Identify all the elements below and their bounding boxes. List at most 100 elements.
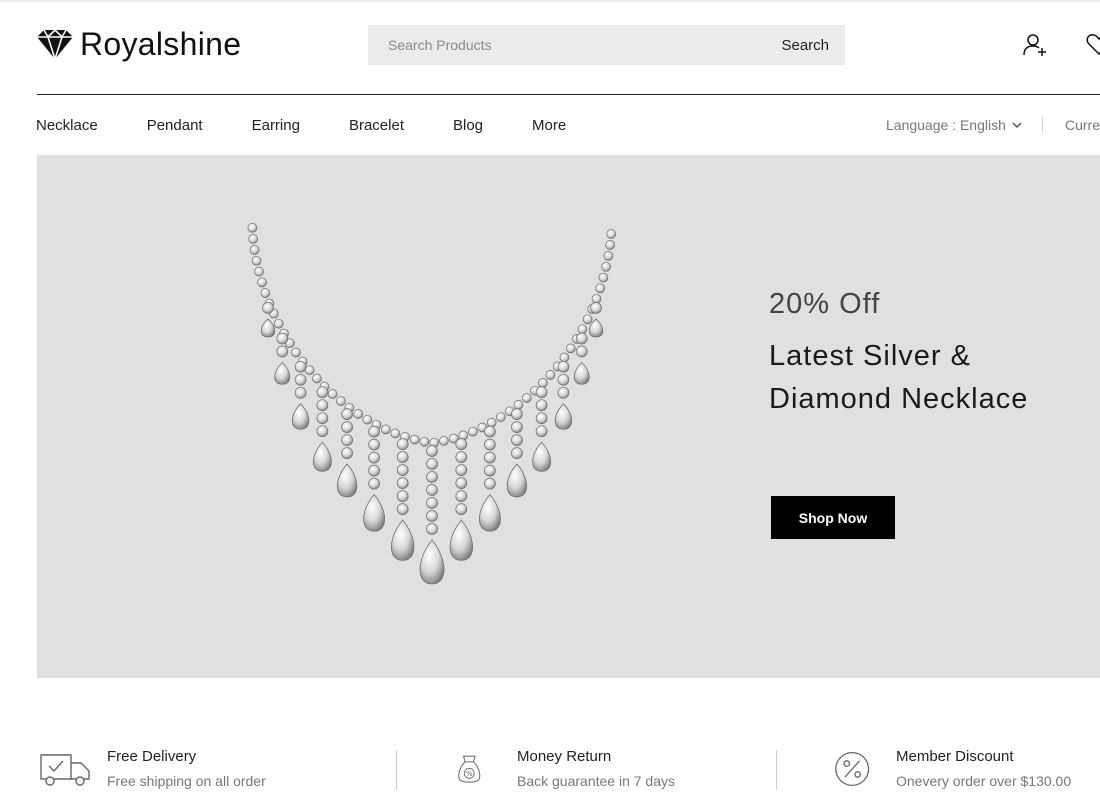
necklace-drop-gem [396,503,409,515]
necklace-chain-gem [362,414,373,425]
necklace-chain-gem [606,229,617,239]
discount-percent-icon [835,752,870,786]
nav-divider [1042,117,1043,133]
necklace-drop-gem [535,425,548,438]
nav-item-bracelet[interactable]: Bracelet [349,117,404,134]
necklace-drop-gem [294,360,307,373]
shop-now-button[interactable]: Shop Now [771,496,895,539]
delivery-truck-icon [40,754,90,786]
language-selector[interactable]: Language : English [886,108,1022,142]
necklace-drop-gem [455,503,468,515]
feature-desc: Onevery order over $130.00 [896,773,1072,789]
necklace-chain-gem [254,266,264,277]
necklace-chain-gem [336,396,346,406]
necklace-drop-gem [455,477,468,489]
necklace-chain-gem [419,436,430,447]
necklace-drop-gem [426,445,438,457]
necklace-drop-gem [426,497,438,509]
necklace-chain-gem [582,314,593,325]
necklace-drop-gem [590,302,602,314]
necklace-drop-gem [368,477,380,490]
necklace-teardrop-gem [478,493,501,532]
add-user-icon[interactable] [1022,32,1048,58]
necklace-chain-gem [559,352,570,363]
heart-icon[interactable] [1086,32,1100,58]
necklace-drop-gem [511,408,523,420]
necklace-chain-gem [273,318,284,329]
nav-item-necklace[interactable]: Necklace [36,117,98,134]
necklace-chain-gem [521,393,532,403]
feature-divider [396,750,397,790]
necklace-drop-gem [484,438,496,451]
necklace-chain-gem [595,283,606,294]
necklace-drop-gem [396,490,409,502]
necklace-drop-gem [557,373,570,386]
necklace-image [247,222,617,585]
feature-desc: Free shipping on all order [107,773,266,789]
feature-title: Member Discount [896,748,1014,765]
necklace-drop-gem [426,471,438,483]
necklace-drop-gem [341,447,353,459]
necklace-chain-gem [327,389,338,399]
necklace-teardrop-gem [336,463,358,498]
necklace-teardrop-gem [291,403,310,430]
necklace-drop-gem [455,438,468,450]
necklace-chain-gem [591,293,602,304]
necklace-drop-gem [368,425,380,438]
necklace-chain-gem [380,424,391,435]
necklace-chain-gem [577,324,588,335]
hero-title-line2: Diamond Necklace [769,383,1029,415]
necklace-chain-gem [304,365,315,376]
necklace-teardrop-gem [260,318,276,338]
feature-title: Free Delivery [107,748,197,765]
necklace-drop-gem [368,464,380,477]
necklace-chain-gem [251,255,262,266]
money-bag-icon: % [458,755,481,783]
necklace-chain-gem [545,370,556,380]
search-bar: Search [368,25,845,65]
feature-money-return: % Money Return Back guarantee in 7 days [455,742,745,796]
necklace-drop-gem [557,386,570,399]
top-shadow [0,0,1100,4]
brand-logo[interactable]: Royalshine [36,24,241,64]
necklace-chain-gem [603,251,614,261]
search-input[interactable] [368,25,766,65]
feature-free-delivery: Free Delivery Free shipping on all order [37,742,377,796]
necklace-chain-gem [598,272,609,283]
necklace-drop-gem [341,408,353,420]
necklace-drop-gem [484,451,496,464]
necklace-drop-gem [341,421,353,433]
necklace-chain-gem [468,426,478,437]
nav-item-blog[interactable]: Blog [453,117,483,134]
necklace-drop-gem [316,399,329,412]
search-button[interactable]: Search [765,25,845,65]
nav-item-earring[interactable]: Earring [252,117,300,134]
necklace-drop-gem [396,477,409,489]
necklace-drop-gem [484,425,496,438]
necklace-teardrop-gem [506,463,528,498]
necklace-drop-gem [557,360,570,373]
necklace-chain-gem [390,428,401,439]
feature-divider [776,750,777,790]
necklace-drop-gem [341,434,353,446]
necklace-drop-gem [294,386,307,399]
chevron-down-icon [1012,122,1022,129]
currency-selector[interactable]: Curre [1065,108,1100,142]
necklace-drop-gem [535,386,548,399]
language-label: Language : English [886,117,1006,133]
nav-item-pendant[interactable]: Pendant [147,117,203,134]
necklace-chain-gem [601,261,611,272]
necklace-chain-gem [260,288,271,298]
nav-item-more[interactable]: More [532,117,566,134]
currency-label: Curre [1065,117,1100,133]
brand-name: Royalshine [80,25,242,62]
necklace-drop-gem [535,412,548,425]
necklace-teardrop-gem [449,519,473,561]
necklace-drop-gem [262,302,274,314]
necklace-drop-gem [396,464,409,476]
necklace-teardrop-gem [312,441,332,472]
necklace-chain-gem [605,240,615,250]
necklace-chain-gem [353,409,364,419]
feature-desc: Back guarantee in 7 days [517,773,675,789]
necklace-drop-gem [535,399,548,412]
